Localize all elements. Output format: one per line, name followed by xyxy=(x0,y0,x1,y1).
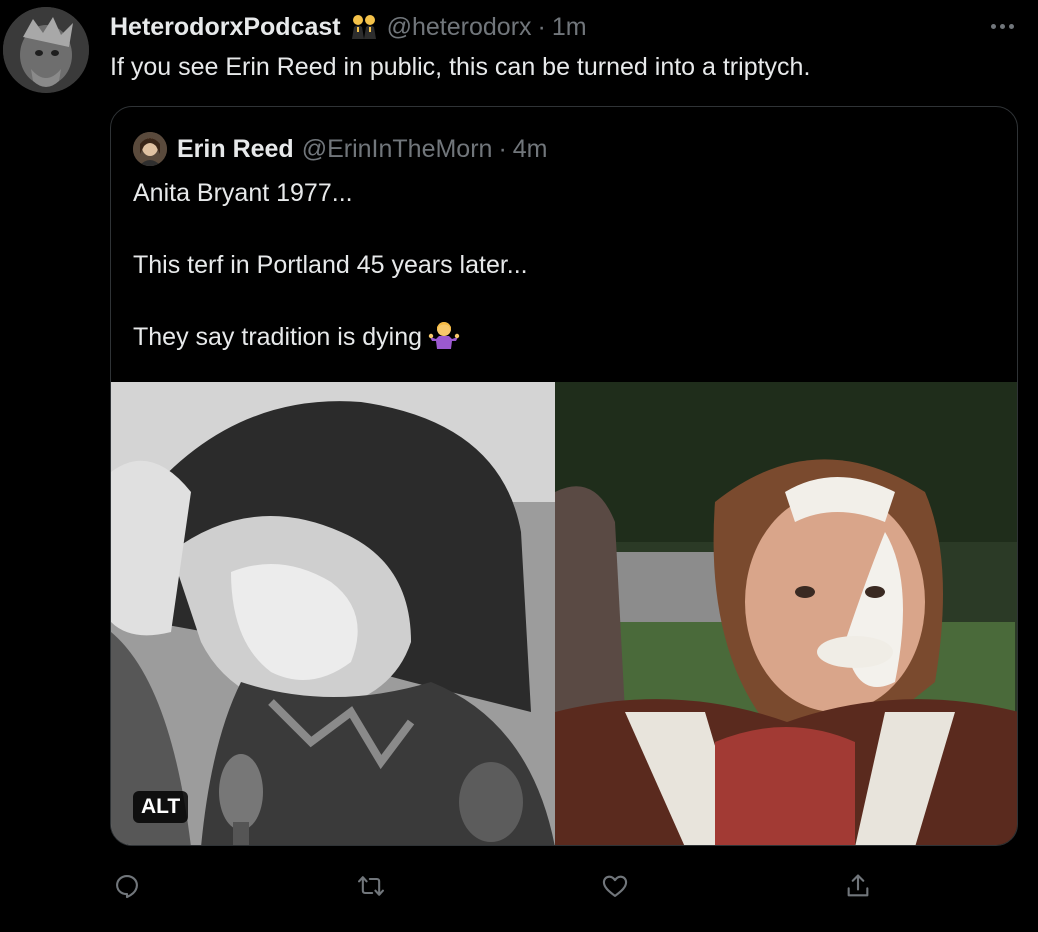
more-dot-icon xyxy=(999,23,1005,29)
more-options-button[interactable] xyxy=(982,14,1022,38)
reply-button[interactable] xyxy=(109,868,145,904)
share-icon xyxy=(847,874,869,897)
separator-dot: · xyxy=(498,134,507,163)
author-display-name[interactable]: HeterodorxPodcast xyxy=(110,13,341,42)
person-shrugging-emoji-icon xyxy=(428,319,460,351)
more-dot-icon xyxy=(1008,23,1014,29)
tweet-header: HeterodorxPodcast @heterodorx · 1m xyxy=(110,10,587,44)
share-button[interactable] xyxy=(840,868,876,904)
tweet-text: If you see Erin Reed in public, this can… xyxy=(110,53,811,81)
like-icon xyxy=(602,875,628,897)
separator-dot: · xyxy=(537,12,546,41)
quote-line: They say tradition is dying xyxy=(133,323,423,351)
quote-line: Anita Bryant 1977... xyxy=(133,179,353,207)
quote-line: This terf in Portland 45 years later... xyxy=(133,251,528,279)
two-men-emoji-icon xyxy=(349,13,379,41)
quote-timestamp[interactable]: 4m xyxy=(513,135,548,164)
more-dot-icon xyxy=(990,23,996,29)
quote-author-avatar[interactable] xyxy=(133,132,167,166)
media-image-right[interactable] xyxy=(555,382,1017,845)
quote-text: Anita Bryant 1977... This terf in Portla… xyxy=(133,175,528,355)
quote-author-display-name[interactable]: Erin Reed xyxy=(177,135,294,164)
media-image-left[interactable] xyxy=(111,382,555,845)
reply-icon xyxy=(116,875,138,899)
author-avatar[interactable] xyxy=(3,7,89,93)
tweet-timestamp[interactable]: 1m xyxy=(552,13,587,42)
tweet-actions-bar xyxy=(0,868,1038,908)
author-handle[interactable]: @heterodorx xyxy=(387,13,532,42)
quoted-tweet-card[interactable]: Erin Reed @ErinInTheMorn · 4m Anita Brya… xyxy=(110,106,1018,846)
quote-header: Erin Reed @ErinInTheMorn · 4m xyxy=(133,129,548,169)
alt-text-badge[interactable]: ALT xyxy=(133,791,189,823)
quote-author-handle[interactable]: @ErinInTheMorn xyxy=(302,135,493,164)
retweet-button[interactable] xyxy=(353,868,389,904)
like-button[interactable] xyxy=(597,868,633,904)
avatar-image xyxy=(3,7,89,93)
retweet-icon xyxy=(358,876,384,896)
